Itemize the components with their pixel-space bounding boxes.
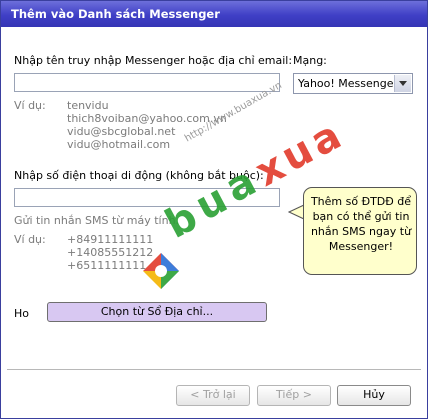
username-input[interactable]	[14, 73, 280, 92]
cancel-button[interactable]: Hủy	[337, 385, 411, 406]
window-title: Thêm vào Danh sách Messenger	[11, 7, 220, 21]
tooltip-text: Thêm số ĐTDĐ để bạn có thể gửi tin nhắn …	[310, 195, 412, 253]
example-label: Ví dụ:	[14, 99, 46, 112]
example-item: tenvidu	[67, 99, 109, 112]
dialog-window: Thêm vào Danh sách Messenger Nhập tên tr…	[0, 0, 428, 419]
back-button[interactable]: < Trở lại	[176, 385, 250, 406]
network-select[interactable]: Yahoo! Messenger	[293, 73, 413, 94]
next-button[interactable]: Tiếp >	[257, 385, 331, 406]
choose-from-address-book-button[interactable]: Chọn từ Sổ Địa chỉ...	[47, 302, 267, 322]
phone-example-label: Ví dụ:	[14, 233, 46, 246]
footer-divider	[7, 369, 421, 370]
tooltip-balloon: Thêm số ĐTDĐ để bạn có thể gửi tin nhắn …	[303, 187, 417, 275]
chevron-down-icon[interactable]	[394, 75, 411, 92]
network-label: Mạng:	[293, 54, 327, 67]
title-bar: Thêm vào Danh sách Messenger	[1, 1, 427, 27]
other-label: Ho	[14, 307, 30, 320]
network-selected-value: Yahoo! Messenger	[298, 77, 399, 90]
username-label: Nhập tên truy nhập Messenger hoặc địa ch…	[14, 54, 293, 67]
